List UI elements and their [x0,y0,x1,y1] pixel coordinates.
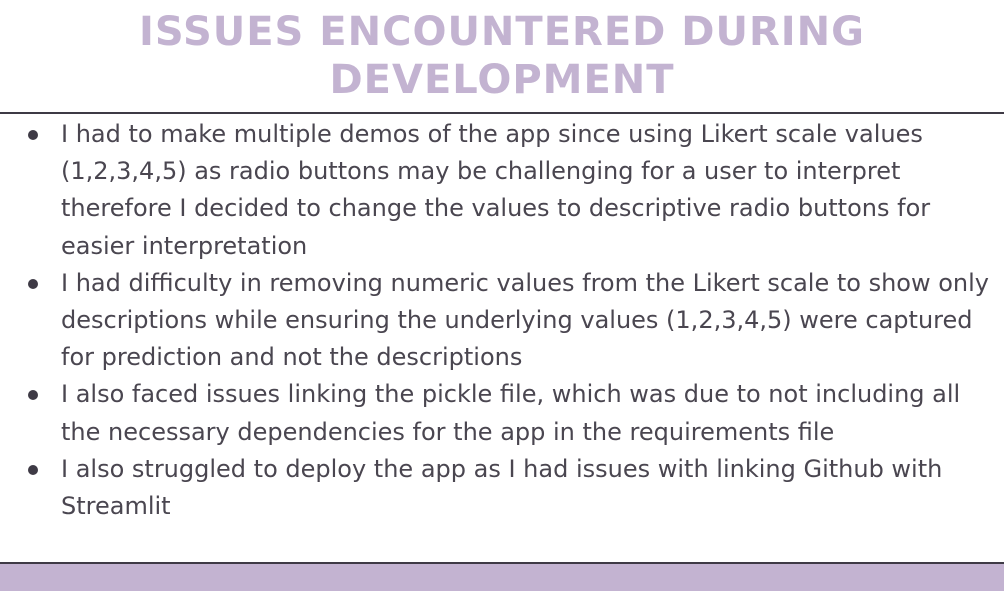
top-divider [0,112,1004,114]
bullet-icon [28,130,38,140]
slide-title: ISSUES ENCOUNTERED DURING DEVELOPMENT [139,9,865,103]
bullet-icon [28,464,38,475]
bullet-icon [28,390,38,401]
issues-list: I had to make multiple demos of the app … [0,116,1004,525]
list-item: I had to make multiple demos of the app … [0,116,1004,265]
list-item-text: I had to make multiple demos of the app … [61,120,931,260]
list-item-text: I also struggled to deploy the app as I … [61,454,943,521]
list-item: I had difficulty in removing numeric val… [0,265,1004,377]
list-item: I also struggled to deploy the app as I … [0,451,1004,525]
list-item-text: I had difficulty in removing numeric val… [61,268,990,372]
footer-band [0,564,1004,591]
bullet-icon [28,278,38,289]
list-item: I also faced issues linking the pickle f… [0,376,1004,450]
list-item-text: I also faced issues linking the pickle f… [61,380,961,446]
